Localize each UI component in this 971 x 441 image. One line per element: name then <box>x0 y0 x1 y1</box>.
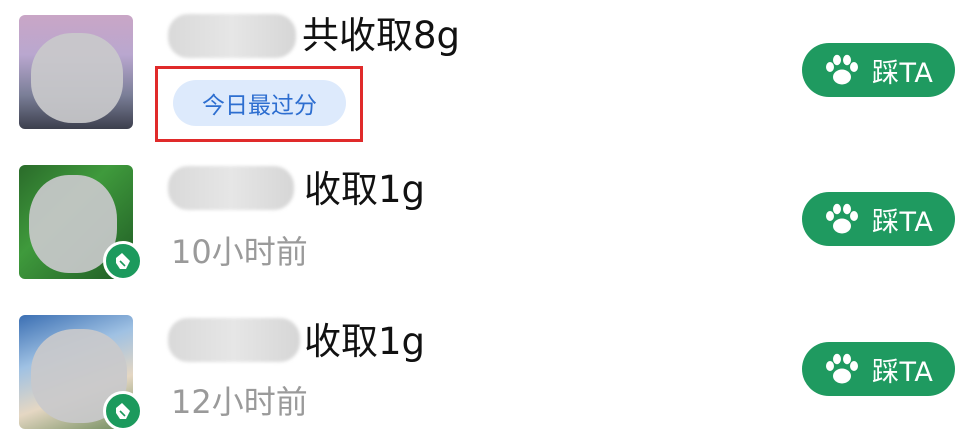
list-item[interactable]: 收取1g 12小时前 踩TA <box>0 300 971 441</box>
redacted-username <box>168 166 294 210</box>
avatar[interactable] <box>19 15 133 129</box>
collection-summary: 收取1g <box>304 168 426 211</box>
redacted-username <box>168 14 296 58</box>
timestamp: 10小时前 <box>171 233 308 271</box>
worst-today-tag: 今日最过分 <box>173 80 346 126</box>
glove-icon <box>116 403 130 419</box>
helper-badge <box>103 391 143 431</box>
list-item[interactable]: 收取1g 10小时前 踩TA <box>0 150 971 300</box>
step-on-label: 踩TA <box>872 356 934 388</box>
helper-badge <box>103 241 143 281</box>
paw-icon <box>826 54 858 85</box>
redacted-username <box>168 318 300 362</box>
step-on-button[interactable]: 踩TA <box>802 342 955 396</box>
step-on-label: 踩TA <box>872 57 934 89</box>
timestamp: 12小时前 <box>171 383 308 421</box>
paw-icon <box>826 203 858 234</box>
step-on-button[interactable]: 踩TA <box>802 192 955 246</box>
collection-summary: 共收取8g <box>302 14 461 57</box>
step-on-button[interactable]: 踩TA <box>802 43 955 97</box>
paw-icon <box>826 353 858 384</box>
energy-collection-list: 共收取8g 今日最过分 踩TA 收取1g 10小时前 踩TA 收取1g 12小时… <box>0 0 971 441</box>
glove-icon <box>116 253 130 269</box>
collection-summary: 收取1g <box>304 320 426 363</box>
list-item[interactable]: 共收取8g 今日最过分 踩TA <box>0 0 971 150</box>
step-on-label: 踩TA <box>872 206 934 238</box>
